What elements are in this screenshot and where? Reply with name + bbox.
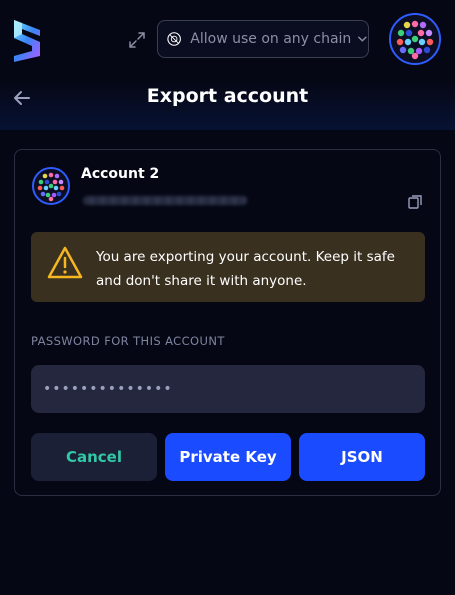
chain-selector-label: Allow use on any chain <box>190 31 352 47</box>
page-title: Export account <box>146 85 309 107</box>
copy-icon[interactable] <box>407 194 423 210</box>
account-avatar-icon <box>391 15 439 63</box>
warning-text: You are exporting your account. Keep it … <box>96 249 395 289</box>
top-bar: Allow use on any chain <box>0 0 455 80</box>
json-button[interactable]: JSON <box>299 433 425 481</box>
export-account-card: Account 2 You are exporting your account… <box>14 149 441 496</box>
cancel-button[interactable]: Cancel <box>31 433 157 481</box>
account-avatar <box>32 167 70 205</box>
page-header: Export account <box>0 80 455 130</box>
password-input[interactable] <box>31 365 425 413</box>
warning-banner: You are exporting your account. Keep it … <box>31 232 425 302</box>
password-label: PASSWORD FOR THIS ACCOUNT <box>31 334 225 348</box>
warning-triangle-icon <box>47 246 83 279</box>
account-avatar-icon <box>34 169 68 203</box>
account-avatar[interactable] <box>389 13 441 65</box>
chain-selector[interactable]: Allow use on any chain <box>157 20 369 58</box>
chevron-down-icon <box>358 36 367 42</box>
subwallet-logo-icon[interactable] <box>12 18 42 62</box>
account-address-blurred <box>83 196 247 205</box>
expand-icon[interactable] <box>127 30 147 50</box>
account-name: Account 2 <box>81 166 160 182</box>
private-key-button[interactable]: Private Key <box>165 433 291 481</box>
globe-icon <box>167 32 181 46</box>
